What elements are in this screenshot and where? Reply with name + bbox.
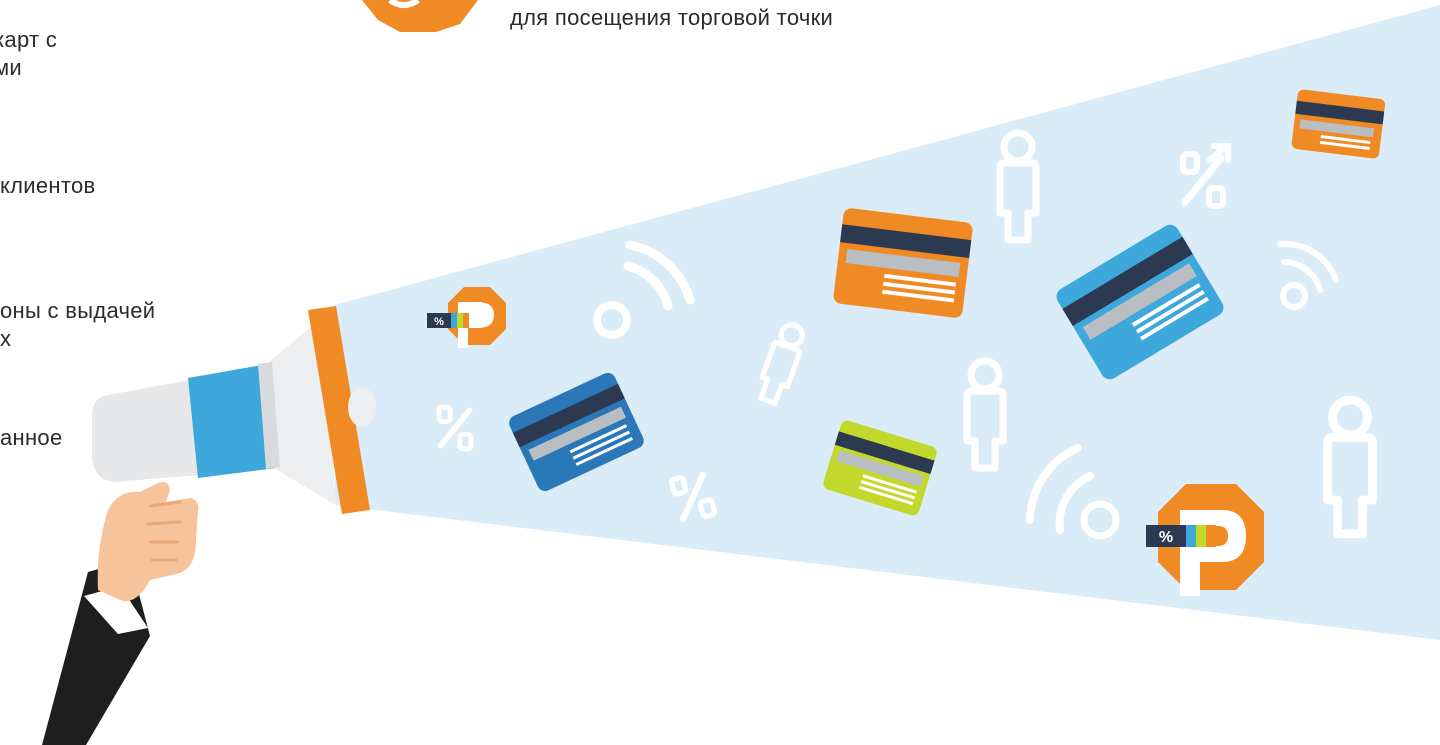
- hand-illustration: [42, 482, 199, 745]
- card-orange-mid: [833, 208, 973, 318]
- card-orange-top: [1291, 89, 1386, 159]
- megaphone-illustration: % %: [42, 0, 1440, 745]
- megaphone-icon: [92, 306, 376, 514]
- badge-percent-label: %: [1159, 529, 1173, 546]
- badge-percent-label: %: [434, 316, 444, 328]
- logo-fragment: [362, 0, 478, 32]
